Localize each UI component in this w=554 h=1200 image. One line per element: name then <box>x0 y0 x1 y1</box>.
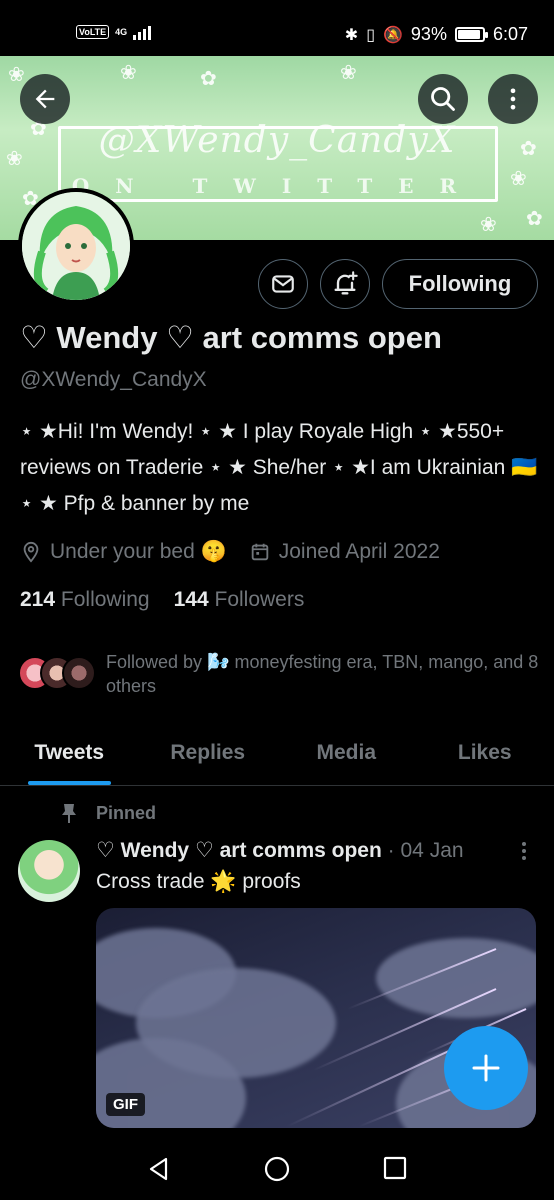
profile-location: Under your bed 🤫 <box>50 540 227 563</box>
followers-label: Followers <box>214 588 305 611</box>
profile-tabs: Tweets Replies Media Likes <box>0 720 554 786</box>
volte-indicator: VoLTE <box>76 25 110 39</box>
following-count: 214 <box>20 588 56 611</box>
clock: 6:07 <box>492 24 528 44</box>
calendar-icon <box>251 543 268 561</box>
compose-tweet-button[interactable] <box>444 1026 528 1110</box>
network-type: 4G <box>115 26 128 37</box>
gif-badge: GIF <box>106 1093 145 1116</box>
following-stat[interactable]: 214 Following <box>20 588 150 612</box>
tweet-header: ♡ Wendy ♡ art comms open · 04 Jan <box>96 838 464 863</box>
system-navigation-bar <box>0 1138 554 1200</box>
tweet-more-button[interactable] <box>520 840 528 868</box>
avatar-illustration <box>22 192 130 300</box>
profile-bio: ⋆ ★Hi! I'm Wendy! ⋆ ★ I play Royale High… <box>20 420 538 515</box>
pin-icon <box>62 804 76 823</box>
vibrate-icon: ▯ <box>366 26 375 44</box>
flower-icon: ❀ <box>8 64 25 86</box>
tweet-author-avatar[interactable] <box>18 840 80 902</box>
profile-joined-date: Joined April 2022 <box>278 540 440 563</box>
circle-home-icon <box>264 1156 290 1182</box>
flower-icon: ❀ <box>340 62 357 84</box>
tab-replies[interactable]: Replies <box>139 720 278 785</box>
flower-icon: ❀ <box>480 214 497 236</box>
nav-home-button[interactable] <box>264 1156 290 1187</box>
follow-stats: 214 Following 144 Followers <box>20 588 304 612</box>
envelope-icon <box>272 275 294 293</box>
more-vertical-icon <box>522 842 526 860</box>
profile-handle: @XWendy_CandyX <box>20 368 207 391</box>
search-icon <box>431 87 455 111</box>
status-bar: VoLTE 4G ✱ ▯ 🔕 93% 6:07 <box>0 0 554 56</box>
followed-by-text: Followed by 🌬️ moneyfesting era, TBN, ma… <box>106 652 539 696</box>
square-recents-icon <box>383 1156 407 1180</box>
following-label: Following <box>60 588 150 611</box>
followers-stat[interactable]: 144 Followers <box>174 588 305 612</box>
nav-recents-button[interactable] <box>383 1156 407 1185</box>
avatar <box>62 656 96 690</box>
arrow-left-icon <box>35 89 55 109</box>
search-button[interactable] <box>418 74 468 124</box>
signal-icon <box>133 24 152 40</box>
followed-by[interactable]: Followed by 🌬️ moneyfesting era, TBN, ma… <box>18 650 546 698</box>
message-button[interactable] <box>258 259 308 309</box>
tab-tweets[interactable]: Tweets <box>0 720 139 785</box>
notifications-button[interactable] <box>320 259 370 309</box>
tweet-text: Cross trade 🌟 proofs <box>96 870 301 893</box>
flower-icon: ✿ <box>200 68 217 90</box>
followers-count: 144 <box>173 588 209 611</box>
back-button[interactable] <box>20 74 70 124</box>
battery-percent: 93% <box>410 24 447 44</box>
triangle-back-icon <box>149 1157 168 1181</box>
pinned-indicator: Pinned <box>60 802 156 824</box>
flower-icon: ✿ <box>526 208 543 230</box>
more-vertical-icon <box>510 88 516 110</box>
pinned-label: Pinned <box>96 802 157 823</box>
banner-title: @XWendy_CandyX <box>98 120 456 161</box>
profile-name: ♡ Wendy ♡ art comms open <box>20 320 442 355</box>
location-pin-icon <box>23 541 39 563</box>
bluetooth-icon: ✱ <box>344 26 359 44</box>
plus-icon <box>472 1054 500 1082</box>
nav-back-button[interactable] <box>146 1156 172 1187</box>
tweet-date: · 04 Jan <box>387 839 464 862</box>
battery-icon <box>454 27 488 42</box>
bell-plus-icon <box>334 271 358 295</box>
profile-avatar[interactable] <box>18 188 134 304</box>
tweet-author-name[interactable]: ♡ Wendy ♡ art comms open <box>96 839 382 862</box>
more-options-button[interactable] <box>488 74 538 124</box>
tab-media[interactable]: Media <box>277 720 416 785</box>
flower-icon: ❀ <box>120 62 137 84</box>
tab-likes[interactable]: Likes <box>416 720 554 785</box>
profile-meta: Under your bed 🤫 Joined April 2022 <box>20 540 440 564</box>
followed-by-avatars <box>18 656 96 698</box>
mute-icon: 🔕 <box>383 26 403 44</box>
following-button[interactable]: Following <box>382 259 538 309</box>
